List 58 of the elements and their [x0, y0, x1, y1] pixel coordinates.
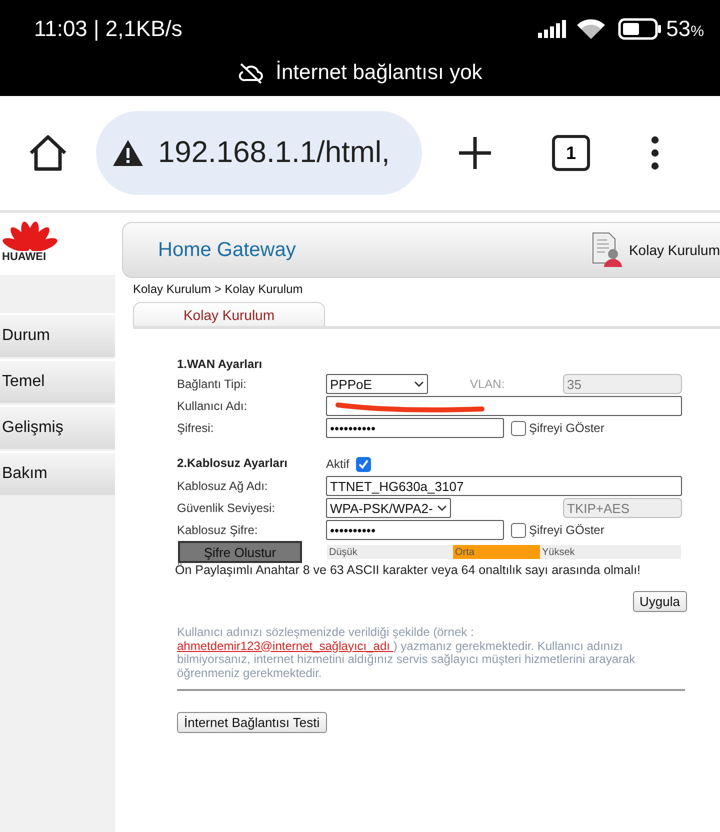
username-note: Kullanıcı adınızı sözleşmenizde verildiği şekilde (örnek : ahmetdemir123@internet_sağlayıcı_adı ) yazmanız gerekmektedir. Kullanıcı adınızı bilmiyorsanız, internet hizmetini aldığınız servis sağlayıcı müşteri hizmetlerini arayarak öğrenmeniz gerekmektedir. [177, 626, 636, 680]
show-password-checkbox[interactable] [511, 522, 526, 538]
connection-notice: İnternet bağlantısı yok [276, 61, 482, 85]
generate-password-button[interactable]: Şifre Olustur [178, 541, 302, 563]
plus-icon[interactable] [458, 136, 492, 170]
field-label: Aktif [326, 457, 350, 471]
checkbox-label: Şifreyi GÖster [529, 523, 604, 537]
example-link[interactable]: ahmetdemir123@internet_sağlayıcı_adı [177, 638, 394, 652]
caret-icon [437, 503, 447, 513]
section-title: 2.Kablosuz Ayarları [177, 456, 288, 472]
active-checkbox[interactable] [356, 456, 372, 472]
field-label: VLAN: [470, 377, 506, 391]
connection-type-select[interactable]: PPPoE [326, 374, 428, 394]
wifi-icon [576, 18, 606, 40]
home-icon[interactable] [28, 134, 68, 172]
connection-test-button[interactable]: İnternet Bağlantısı Testi [177, 712, 327, 733]
sidebar-item[interactable]: Temel [0, 359, 115, 403]
brand-name: HUAWEI [2, 251, 46, 263]
security-select[interactable]: WPA-PSK/WPA2- [326, 498, 451, 518]
encryption-field[interactable]: TKIP+AES [563, 498, 682, 518]
field-label: Şifresi: [177, 421, 215, 435]
status-time: 11:03 | 2,1KB/s [34, 16, 182, 42]
username-field[interactable] [326, 396, 682, 416]
key-hint: Ön Paylaşımlı Anahtar 8 ve 63 ASCII karakter veya 64 onaltılık sayı arasında olmalı! [175, 563, 642, 577]
setup-label[interactable]: Kolay Kurulum [628, 242, 720, 258]
signal-icon [538, 20, 568, 38]
password-field[interactable]: •••••••••• [326, 418, 504, 438]
field-label: Güvenlik Seviyesi: [177, 501, 276, 515]
checkbox-label: Şifreyi GÖster [529, 421, 604, 435]
ssid-field[interactable]: TTNET_HG630a_3107 [326, 476, 682, 496]
warning-icon [112, 139, 144, 167]
wireless-password-field[interactable]: •••••••••• [326, 520, 504, 540]
sidebar-item[interactable]: Bakım [0, 451, 115, 495]
battery-icon [618, 18, 662, 40]
tab-count[interactable]: 1 [552, 135, 590, 171]
battery-percent: 53% [666, 16, 704, 42]
document-user-icon [590, 232, 623, 268]
vlan-field[interactable]: 35 [563, 374, 682, 394]
strength-level: Düşük [328, 546, 358, 559]
strength-level: Yüksek [541, 546, 576, 559]
tab[interactable]: Kolay Kurulum [133, 302, 325, 326]
sidebar-item[interactable]: Durum [0, 313, 115, 357]
sidebar-item[interactable]: Gelişmiş [0, 405, 115, 449]
strength-level: Orta [453, 545, 540, 559]
field-label: Kablosuz Şifre: [177, 523, 259, 537]
cloud-off-icon [238, 62, 264, 84]
address-bar[interactable]: 192.168.1.1/html, [96, 111, 422, 195]
petals-logo-icon [2, 219, 58, 251]
more-icon[interactable] [650, 136, 660, 170]
caret-icon [414, 379, 424, 389]
show-password-checkbox[interactable] [511, 420, 526, 436]
field-label: Kablosuz Ağ Adı: [177, 479, 269, 493]
gateway-title: Home Gateway [158, 238, 296, 262]
field-label: Kullanıcı Adı: [177, 399, 248, 413]
section-title: 1.WAN Ayarları [177, 357, 264, 373]
field-label: Bağlantı Tipi: [177, 377, 248, 391]
breadcrumb: Kolay Kurulum > Kolay Kurulum [133, 282, 304, 296]
apply-button[interactable]: Uygula [632, 591, 687, 612]
